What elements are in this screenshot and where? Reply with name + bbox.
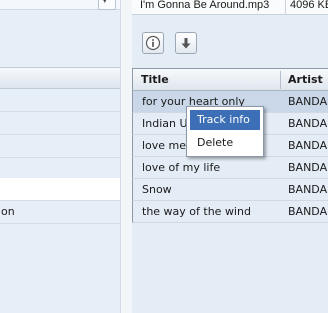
column-header-title[interactable]: Title — [141, 69, 169, 90]
context-menu: Track info Delete — [186, 106, 264, 157]
file-name: I'm Gonna Be Around.mp3 — [140, 0, 270, 11]
track-artist: BANDARI — [288, 117, 328, 130]
left-pane: ▾ on — [0, 0, 120, 313]
table-row[interactable]: Snow BANDARI — [132, 179, 328, 201]
table-header: Title Artist — [132, 68, 328, 91]
track-artist: BANDARI — [288, 183, 328, 196]
file-size: 4096 KB — [285, 0, 328, 14]
track-artist: BANDARI — [288, 161, 328, 174]
left-list-item[interactable] — [0, 112, 120, 135]
table-row[interactable]: love of my life BANDARI — [132, 157, 328, 179]
track-title: the way of the wind — [142, 205, 251, 218]
track-artist: BANDARI — [288, 95, 328, 108]
column-header-artist[interactable]: Artist — [288, 69, 323, 90]
left-list-item[interactable]: on — [0, 201, 120, 224]
track-title: Snow — [142, 183, 172, 196]
left-list-item-selected[interactable] — [0, 178, 120, 201]
track-title: love of my life — [142, 161, 221, 174]
left-column-header[interactable] — [0, 67, 120, 89]
track-info-button[interactable] — [142, 32, 164, 54]
left-top-bar: ▾ — [0, 0, 120, 10]
file-row[interactable]: I'm Gonna Be Around.mp3 4096 KB — [132, 0, 328, 15]
column-divider[interactable] — [280, 71, 281, 89]
left-list-item[interactable] — [0, 135, 120, 158]
dropdown-button[interactable]: ▾ — [98, 0, 116, 10]
chevron-down-icon: ▾ — [103, 0, 107, 5]
track-artist: BANDARI — [288, 139, 328, 152]
track-panel: Title Artist for your heart only BANDARI… — [132, 15, 328, 313]
menu-item-track-info[interactable]: Track info — [190, 110, 260, 130]
left-list-item[interactable] — [0, 89, 120, 112]
menu-item-delete[interactable]: Delete — [190, 133, 260, 153]
track-artist: BANDARI — [288, 205, 328, 218]
left-list-item-label: on — [1, 205, 15, 218]
table-row[interactable]: the way of the wind BANDARI — [132, 201, 328, 223]
download-arrow-icon — [181, 38, 191, 49]
info-icon — [145, 35, 161, 51]
download-button[interactable] — [175, 32, 197, 54]
